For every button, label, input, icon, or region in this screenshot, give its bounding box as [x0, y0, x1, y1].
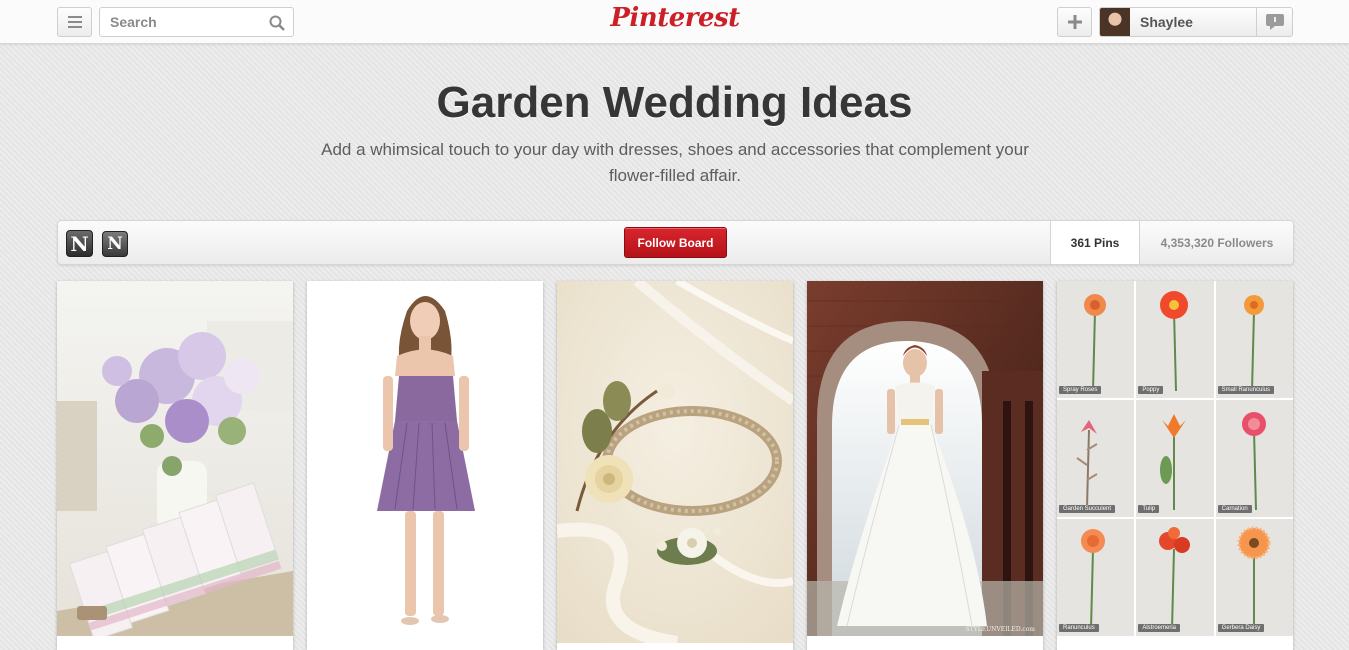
flower-label: Alstroemeria: [1138, 624, 1181, 632]
user-menu-button[interactable]: Shaylee: [1099, 7, 1257, 37]
board-description: Add a whimsical touch to your day with d…: [321, 140, 1029, 185]
watermark-text: STYLEUNVEILED.com: [965, 626, 1035, 633]
collaborator-avatar[interactable]: N: [102, 231, 128, 257]
pin-image[interactable]: [57, 281, 293, 636]
flower-label: Carnation: [1217, 505, 1252, 513]
search-input[interactable]: [110, 14, 270, 30]
flower-cell: Garden Succulent: [1057, 400, 1135, 517]
collaborator-avatar[interactable]: N: [66, 230, 93, 257]
pin-description: …: [71, 643, 82, 650]
pin-description: …: [1071, 643, 1082, 650]
pin-card[interactable]: [557, 281, 793, 650]
flower-cell: Poppy: [1136, 281, 1214, 398]
pin-card[interactable]: STYLEUNVEILED.com …: [807, 281, 1043, 650]
followers-count-tab[interactable]: 4,353,320 Followers: [1140, 221, 1294, 264]
avatar: [1100, 8, 1130, 36]
pin-card[interactable]: Spray Roses Poppy Small Ranunculus Garde…: [1057, 281, 1293, 650]
pins-count-tab[interactable]: 361 Pins: [1050, 221, 1140, 264]
flower-cell: Alstroemeria: [1136, 519, 1214, 636]
notifications-icon: [1265, 14, 1284, 30]
flower-label: Garden Succulent: [1059, 505, 1116, 513]
pin-image[interactable]: [557, 281, 793, 643]
board-action-bar: N N Follow Board 361 Pins 4,353,320 Foll…: [57, 220, 1294, 265]
plus-icon: [1067, 15, 1082, 29]
pin-description: …: [821, 643, 832, 650]
flower-cell: Ranunculus: [1057, 519, 1135, 636]
flower-label: Gerbera Daisy: [1217, 624, 1265, 632]
flower-cell: Tulip: [1136, 400, 1214, 517]
flower-label: Poppy: [1138, 386, 1164, 394]
flower-label: Small Ranunculus: [1217, 386, 1275, 394]
board-title: Garden Wedding Ideas: [436, 78, 913, 127]
flower-cell: Carnation: [1215, 400, 1293, 517]
flower-cell: Small Ranunculus: [1215, 281, 1293, 398]
notifications-button[interactable]: [1256, 7, 1293, 37]
flower-label: Ranunculus: [1059, 624, 1099, 632]
pin-card[interactable]: [307, 281, 543, 650]
flower-label: Spray Roses: [1059, 386, 1102, 394]
flower-cell: Spray Roses: [1057, 281, 1135, 398]
username-label: Shaylee: [1140, 14, 1193, 30]
menu-icon: [67, 16, 82, 28]
pin-image[interactable]: [307, 281, 543, 643]
pin-image[interactable]: STYLEUNVEILED.com: [807, 281, 1043, 636]
search-icon[interactable]: [269, 15, 285, 31]
top-navigation-bar: Pinterest Shaylee: [0, 0, 1349, 44]
flower-cell: Gerbera Daisy: [1215, 519, 1293, 636]
menu-button[interactable]: [57, 7, 92, 37]
add-pin-button[interactable]: [1057, 7, 1092, 37]
flower-label: Tulip: [1138, 505, 1160, 513]
flower-chart-grid[interactable]: Spray Roses Poppy Small Ranunculus Garde…: [1057, 281, 1293, 636]
pinterest-logo[interactable]: Pinterest: [600, 3, 750, 33]
search-box: [99, 7, 294, 37]
follow-board-button[interactable]: Follow Board: [624, 227, 727, 258]
pin-card[interactable]: …: [57, 281, 293, 650]
